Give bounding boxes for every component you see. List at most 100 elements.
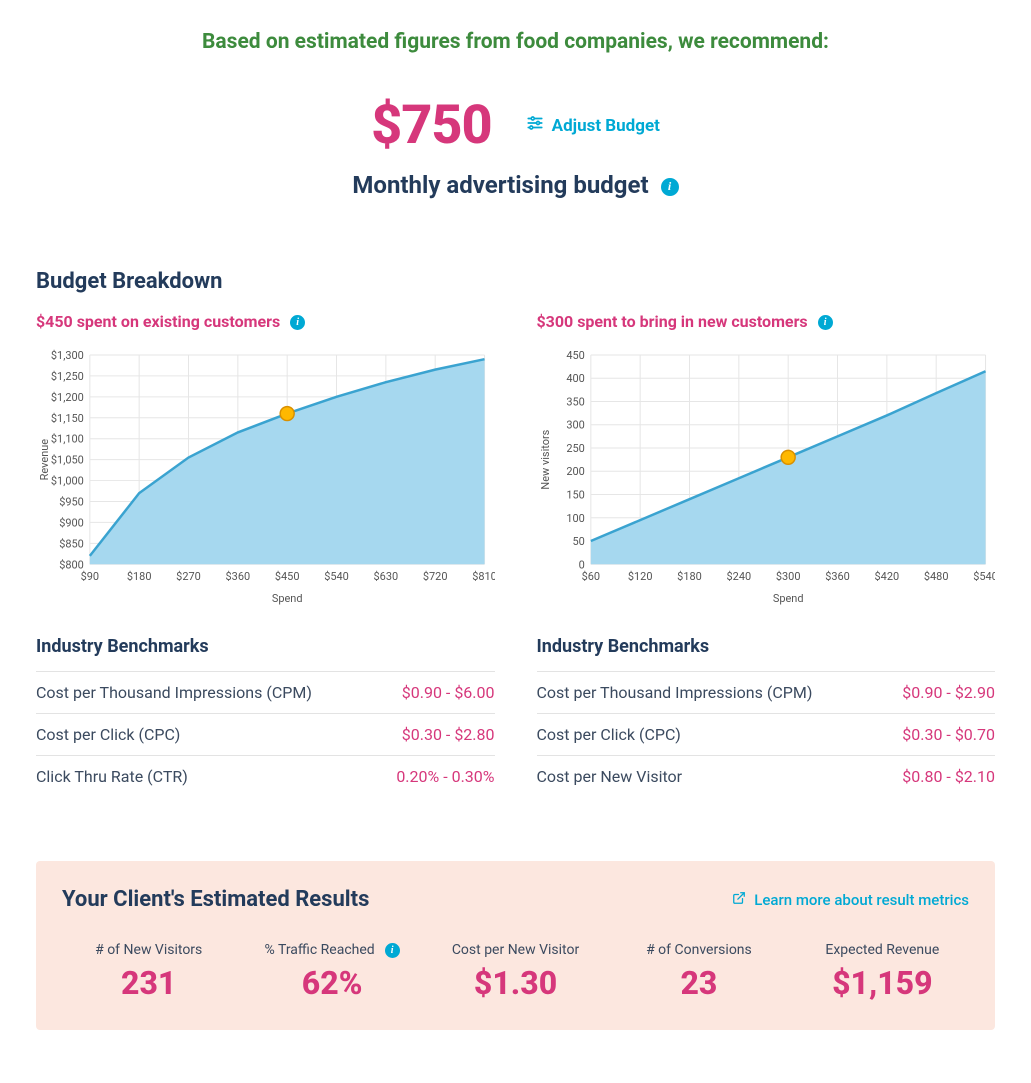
svg-text:$300: $300: [775, 570, 800, 583]
metric-value: $1.30: [429, 964, 602, 1002]
svg-text:$420: $420: [874, 570, 899, 583]
svg-text:$810: $810: [472, 570, 494, 583]
benchmark-value: $0.30 - $2.80: [402, 725, 495, 744]
results-panel: Your Client's Estimated Results Learn mo…: [36, 861, 995, 1030]
budget-amount: $750: [371, 94, 492, 157]
budget-subtitle: Monthly advertising budget: [352, 171, 648, 199]
svg-text:$450: $450: [275, 570, 300, 583]
svg-text:$1,000: $1,000: [51, 475, 84, 488]
svg-text:Revenue: Revenue: [38, 439, 51, 481]
svg-text:Spend: Spend: [272, 592, 303, 605]
new-customers-column: $300 spent to bring in new customers i 0…: [537, 312, 996, 797]
info-icon[interactable]: i: [290, 315, 305, 330]
metric: Expected Revenue $1,159: [796, 942, 969, 1002]
new-header: $300 spent to bring in new customers: [537, 312, 808, 331]
info-icon[interactable]: i: [385, 943, 400, 958]
benchmarks-title: Industry Benchmarks: [537, 636, 996, 657]
svg-text:$540: $540: [973, 570, 995, 583]
svg-text:$1,300: $1,300: [51, 349, 84, 362]
benchmark-value: $0.30 - $0.70: [902, 725, 995, 744]
svg-text:New visitors: New visitors: [538, 429, 551, 489]
benchmark-value: $0.90 - $6.00: [402, 683, 495, 702]
results-title: Your Client's Estimated Results: [62, 887, 369, 912]
metric-value: 23: [612, 964, 785, 1002]
metric-value: 231: [62, 964, 235, 1002]
svg-text:$720: $720: [423, 570, 448, 583]
svg-text:150: 150: [566, 489, 584, 502]
svg-text:$360: $360: [825, 570, 850, 583]
svg-text:$1,250: $1,250: [51, 370, 84, 383]
benchmark-label: Cost per New Visitor: [537, 767, 683, 786]
metric-value: $1,159: [796, 964, 969, 1002]
benchmark-row: Cost per New Visitor $0.80 - $2.10: [537, 755, 996, 797]
adjust-budget-label: Adjust Budget: [552, 116, 660, 136]
benchmark-value: 0.20% - 0.30%: [396, 767, 494, 786]
svg-text:350: 350: [566, 395, 584, 408]
svg-text:$360: $360: [226, 570, 251, 583]
svg-text:$90: $90: [81, 570, 99, 583]
budget-row: $750 Adjust Budget: [36, 94, 995, 157]
svg-text:$630: $630: [374, 570, 399, 583]
svg-text:$900: $900: [59, 516, 84, 529]
revenue-chart-svg: $800$850$900$950$1,000$1,050$1,100$1,150…: [36, 349, 495, 608]
breakdown-columns: $450 spent on existing customers i $800$…: [36, 312, 995, 797]
benchmark-label: Click Thru Rate (CTR): [36, 767, 188, 786]
recommendation-banner: Based on estimated figures from food com…: [36, 30, 995, 54]
benchmark-label: Cost per Thousand Impressions (CPM): [36, 683, 312, 702]
visitors-chart-svg: 050100150200250300350400450$60$120$180$2…: [537, 349, 996, 608]
metrics-row: # of New Visitors231% Traffic Reachedi62…: [62, 942, 969, 1002]
svg-text:$950: $950: [59, 495, 84, 508]
metric-label: Expected Revenue: [796, 942, 969, 958]
svg-text:$240: $240: [726, 570, 751, 583]
benchmark-row: Cost per Thousand Impressions (CPM)$0.90…: [537, 671, 996, 713]
svg-text:$1,200: $1,200: [51, 391, 84, 404]
svg-text:200: 200: [566, 465, 584, 478]
metric-label: # of Conversions: [612, 942, 785, 958]
external-link-icon: [732, 891, 746, 909]
metric: # of Conversions 23: [612, 942, 785, 1002]
budget-subtitle-row: Monthly advertising budget i: [36, 171, 995, 199]
new-header-row: $300 spent to bring in new customers i: [537, 312, 996, 331]
svg-text:$120: $120: [627, 570, 652, 583]
svg-text:$180: $180: [127, 570, 152, 583]
svg-text:$1,150: $1,150: [51, 412, 84, 425]
benchmark-label: Cost per Click (CPC): [537, 725, 681, 744]
metric: # of New Visitors 231: [62, 942, 235, 1002]
benchmark-row: Cost per Thousand Impressions (CPM) $0.90…: [36, 671, 495, 713]
benchmark-row: Cost per Click (CPC) $0.30 - $0.70: [537, 713, 996, 755]
benchmark-value: $0.90 - $2.90: [902, 683, 995, 702]
learn-more-link[interactable]: Learn more about result metrics: [732, 891, 969, 909]
revenue-chart: $800$850$900$950$1,000$1,050$1,100$1,150…: [36, 349, 495, 608]
breakdown-title: Budget Breakdown: [36, 269, 995, 294]
svg-text:50: 50: [572, 535, 584, 548]
svg-text:Spend: Spend: [772, 592, 803, 605]
svg-text:$480: $480: [923, 570, 948, 583]
benchmark-row: Click Thru Rate (CTR) 0.20% - 0.30%: [36, 755, 495, 797]
metric-label: # of New Visitors: [62, 942, 235, 958]
existing-customers-column: $450 spent on existing customers i $800$…: [36, 312, 495, 797]
svg-text:$540: $540: [324, 570, 349, 583]
benchmarks-list: Cost per Thousand Impressions (CPM)$0.90…: [537, 671, 996, 797]
adjust-budget-button[interactable]: Adjust Budget: [526, 114, 660, 137]
svg-text:$1,050: $1,050: [51, 454, 84, 467]
benchmark-label: Cost per Click (CPC): [36, 725, 180, 744]
benchmarks-list: Cost per Thousand Impressions (CPM) $0.90…: [36, 671, 495, 797]
metric: Cost per New Visitor$1.30: [429, 942, 602, 1002]
visitors-chart: 050100150200250300350400450$60$120$180$2…: [537, 349, 996, 608]
svg-text:$270: $270: [176, 570, 201, 583]
svg-text:$180: $180: [677, 570, 702, 583]
svg-text:400: 400: [566, 372, 584, 385]
svg-text:450: 450: [566, 349, 584, 362]
svg-text:$850: $850: [59, 537, 84, 550]
svg-text:100: 100: [566, 512, 584, 525]
benchmark-value: $0.80 - $2.10: [902, 767, 995, 786]
learn-more-label: Learn more about result metrics: [754, 891, 969, 909]
svg-text:$1,100: $1,100: [51, 433, 84, 446]
info-icon[interactable]: i: [661, 178, 679, 196]
metric-label: % Traffic Reachedi: [245, 942, 418, 958]
existing-header: $450 spent on existing customers: [36, 312, 280, 331]
benchmark-row: Cost per Click (CPC) $0.30 - $2.80: [36, 713, 495, 755]
info-icon[interactable]: i: [818, 315, 833, 330]
svg-text:$60: $60: [581, 570, 599, 583]
sliders-icon: [526, 114, 544, 137]
